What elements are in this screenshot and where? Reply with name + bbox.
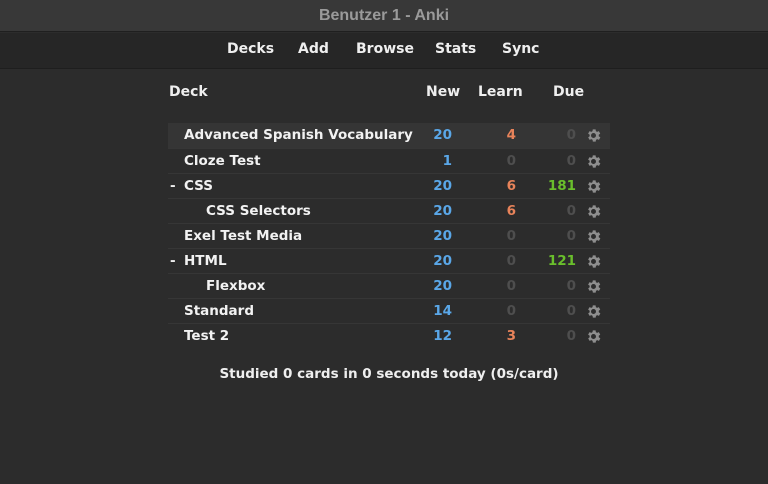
toolbar-add-link[interactable]: Add <box>298 41 329 57</box>
gear-icon[interactable] <box>585 303 602 320</box>
column-header-new: New <box>426 84 461 100</box>
deck-row[interactable]: Test 2 12 3 0 <box>168 323 610 348</box>
deck-due-count: 0 <box>566 328 576 344</box>
toolbar-browse-link[interactable]: Browse <box>356 41 414 57</box>
deck-new-count: 12 <box>433 328 452 344</box>
deck-name-link[interactable]: Advanced Spanish Vocabulary <box>184 126 413 144</box>
deck-row[interactable]: Standard 14 0 0 <box>168 298 610 323</box>
deck-learn-count: 0 <box>506 253 516 269</box>
deck-name-link[interactable]: Exel Test Media <box>184 227 302 245</box>
study-summary: Studied 0 cards in 0 seconds today (0s/c… <box>219 366 559 382</box>
deck-due-count: 0 <box>566 203 576 219</box>
deck-name-link[interactable]: CSS <box>184 177 213 195</box>
collapse-toggle[interactable]: - <box>170 177 176 195</box>
deck-name-link[interactable]: Test 2 <box>184 327 229 345</box>
gear-icon[interactable] <box>585 153 602 170</box>
main-toolbar: Decks Add Browse Stats Sync <box>0 33 768 69</box>
column-header-learn: Learn <box>478 84 523 100</box>
deck-row[interactable]: CSS Selectors 20 6 0 <box>168 198 610 223</box>
deck-name-link[interactable]: Flexbox <box>206 277 265 295</box>
deck-row[interactable]: Exel Test Media 20 0 0 <box>168 223 610 248</box>
gear-icon[interactable] <box>585 328 602 345</box>
deck-name-link[interactable]: CSS Selectors <box>206 202 311 220</box>
deck-new-count: 20 <box>433 203 452 219</box>
deck-row[interactable]: Advanced Spanish Vocabulary 20 4 0 <box>168 123 610 148</box>
collapse-toggle[interactable]: - <box>170 252 176 270</box>
window-titlebar: Benutzer 1 - Anki <box>0 0 768 32</box>
deck-row[interactable]: - HTML 20 0 121 <box>168 248 610 273</box>
deck-new-count: 20 <box>433 178 452 194</box>
deck-learn-count: 6 <box>506 178 516 194</box>
deck-row[interactable]: - CSS 20 6 181 <box>168 173 610 198</box>
gear-icon[interactable] <box>585 178 602 195</box>
deck-due-count: 0 <box>566 303 576 319</box>
deck-name-link[interactable]: HTML <box>184 252 227 270</box>
deck-due-count: 121 <box>547 253 576 269</box>
deck-learn-count: 3 <box>506 328 516 344</box>
deck-due-count: 0 <box>566 153 576 169</box>
gear-icon[interactable] <box>585 278 602 295</box>
deck-new-count: 20 <box>433 228 452 244</box>
deck-name-link[interactable]: Cloze Test <box>184 152 261 170</box>
deck-new-count: 1 <box>442 153 452 169</box>
deck-learn-count: 6 <box>506 203 516 219</box>
deck-name-link[interactable]: Standard <box>184 302 254 320</box>
deck-due-count: 0 <box>566 127 576 143</box>
deck-due-count: 181 <box>547 178 576 194</box>
deck-learn-count: 0 <box>506 303 516 319</box>
deck-row[interactable]: Flexbox 20 0 0 <box>168 273 610 298</box>
deck-learn-count: 0 <box>506 153 516 169</box>
deck-learn-count: 0 <box>506 278 516 294</box>
gear-icon[interactable] <box>585 127 602 144</box>
column-header-due: Due <box>553 84 585 100</box>
gear-icon[interactable] <box>585 203 602 220</box>
deck-new-count: 20 <box>433 127 452 143</box>
deck-new-count: 14 <box>433 303 452 319</box>
toolbar-decks-link[interactable]: Decks <box>227 41 274 57</box>
deck-learn-count: 4 <box>506 127 516 143</box>
toolbar-sync-link[interactable]: Sync <box>502 41 539 57</box>
deck-new-count: 20 <box>433 253 452 269</box>
deck-due-count: 0 <box>566 278 576 294</box>
column-header-deck: Deck <box>169 84 208 100</box>
gear-icon[interactable] <box>585 253 602 270</box>
deck-new-count: 20 <box>433 278 452 294</box>
deck-row[interactable]: Cloze Test 1 0 0 <box>168 148 610 173</box>
deck-due-count: 0 <box>566 228 576 244</box>
window-title: Benutzer 1 - Anki <box>318 6 450 24</box>
gear-icon[interactable] <box>585 228 602 245</box>
toolbar-stats-link[interactable]: Stats <box>435 41 476 57</box>
deck-learn-count: 0 <box>506 228 516 244</box>
